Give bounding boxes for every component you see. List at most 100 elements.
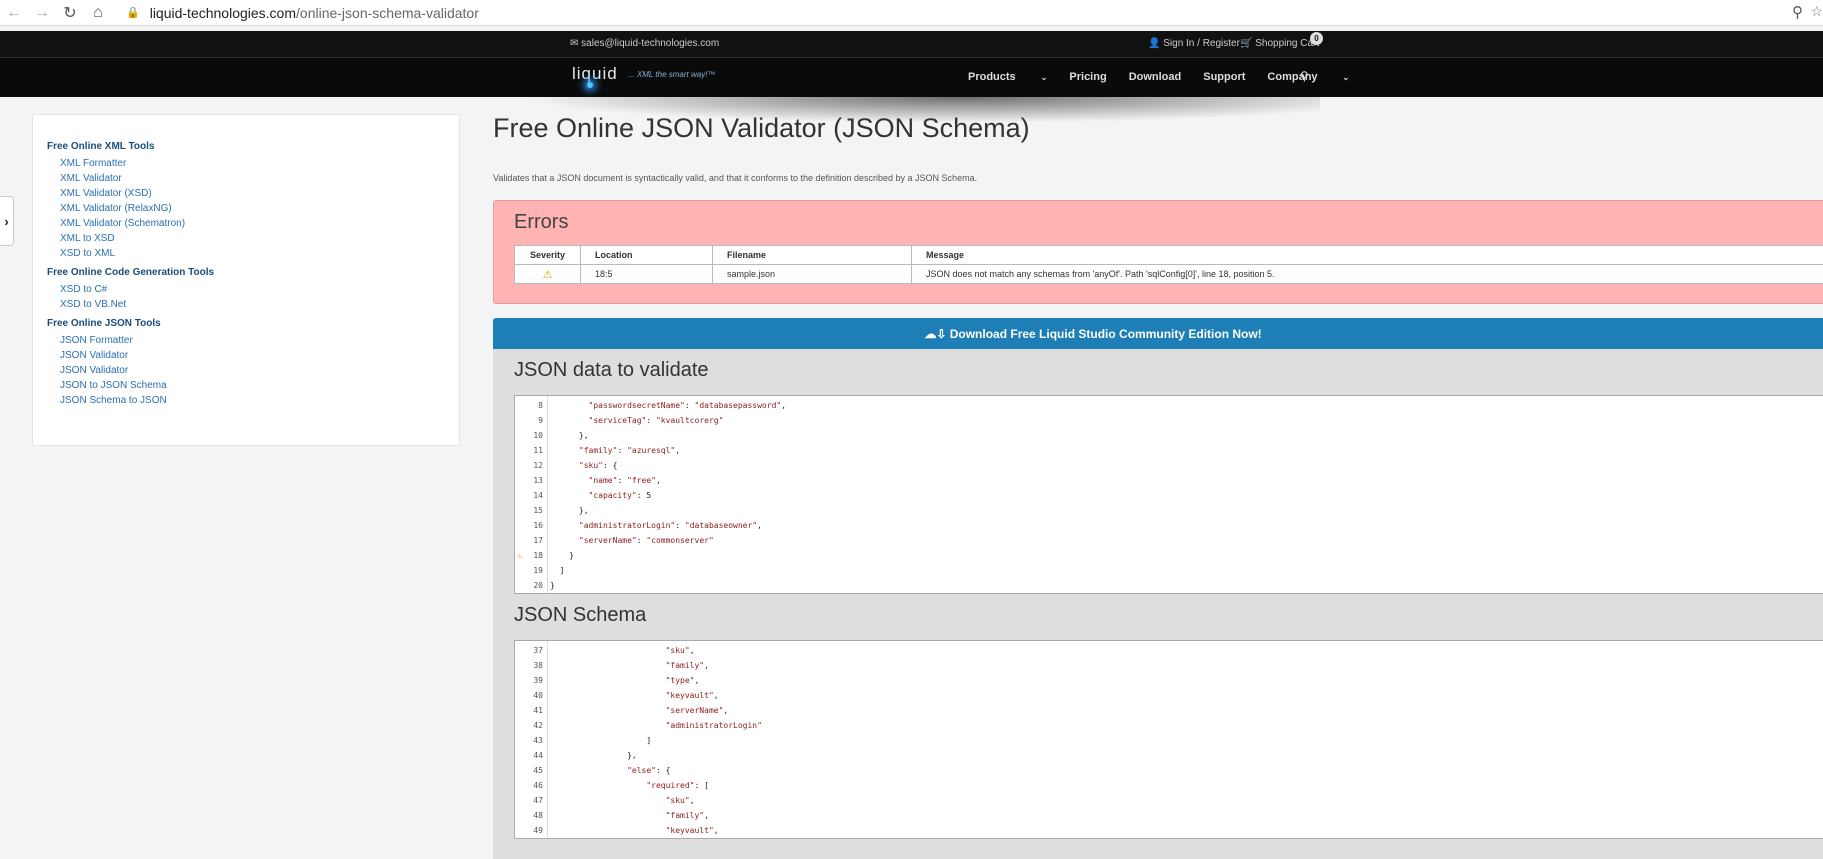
code-text: } xyxy=(550,578,555,593)
code-text: "sku", xyxy=(550,643,695,658)
nav-item-products[interactable]: Products⌄ xyxy=(968,71,1047,83)
sidebar-link-json-validator[interactable]: JSON Validator xyxy=(60,348,459,363)
sidebar-link-json-to-json-schema[interactable]: JSON to JSON Schema xyxy=(60,378,459,393)
code-text: "passwordsecretName": "databasepassword"… xyxy=(550,398,786,413)
line-number: 14 xyxy=(515,488,543,503)
nav-products-label: Products xyxy=(968,71,1016,83)
download-banner[interactable]: ☁⇩ Download Free Liquid Studio Community… xyxy=(493,318,1823,349)
chevron-down-icon: ⌄ xyxy=(1343,73,1350,82)
json-data-editor[interactable]: 8 "passwordsecretName": "databasepasswor… xyxy=(514,395,1823,594)
code-text: "required": [ xyxy=(550,778,709,793)
contact-email-text: sales@liquid-technologies.com xyxy=(581,38,719,49)
line-number: 37 xyxy=(515,643,543,658)
contact-email[interactable]: ✉ sales@liquid-technologies.com xyxy=(570,38,719,49)
json-schema-editor[interactable]: 37 "sku",38 "family",39 "type",40 "keyva… xyxy=(514,640,1823,839)
code-text: "else": { xyxy=(550,763,670,778)
errors-title: Errors xyxy=(514,211,568,234)
sidebar-link-json-schema-to-json[interactable]: JSON Schema to JSON xyxy=(60,393,459,408)
line-number: 11 xyxy=(515,443,543,458)
warning-icon: ⚠ xyxy=(543,269,553,281)
sidebar-link-xml-validator-relaxng[interactable]: XML Validator (RelaxNG) xyxy=(60,201,459,216)
reload-icon[interactable]: ↻ xyxy=(56,0,84,26)
line-number: 42 xyxy=(515,718,543,733)
code-text: "serverName": "commonserver" xyxy=(550,533,714,548)
sidebar-link-xsd-to-xml[interactable]: XSD to XML xyxy=(60,246,459,261)
sidebar-link-xml-validator-schematron[interactable]: XML Validator (Schematron) xyxy=(60,216,459,231)
line-number: 40 xyxy=(515,688,543,703)
search-icon[interactable]: ⚲ xyxy=(1300,69,1309,83)
bookmark-star-icon[interactable]: ☆ xyxy=(1810,3,1823,20)
filename-cell: sample.json xyxy=(713,265,912,284)
cart-count-badge: 0 xyxy=(1310,32,1323,45)
sidebar-link-xml-formatter[interactable]: XML Formatter xyxy=(60,156,459,171)
code-text: "administratorLogin": "databaseowner", xyxy=(550,518,762,533)
nav-item-support[interactable]: Support xyxy=(1203,71,1245,83)
nav-company-label: Company xyxy=(1267,71,1317,83)
code-text: ] xyxy=(550,563,564,578)
code-text: }, xyxy=(550,748,637,763)
line-number: 41 xyxy=(515,703,543,718)
sidebar-link-xml-validator-xsd[interactable]: XML Validator (XSD) xyxy=(60,186,459,201)
code-text: "family", xyxy=(550,658,709,673)
sidebar-link-xsd-to-vbnet[interactable]: XSD to VB.Net xyxy=(60,297,459,312)
line-number: 17 xyxy=(515,533,543,548)
sidebar-toggle-chevron-icon[interactable]: › xyxy=(0,196,14,246)
signin-link[interactable]: 👤 Sign In / Register xyxy=(1148,38,1240,49)
top-info-bar: ✉ sales@liquid-technologies.com 👤 Sign I… xyxy=(0,31,1823,57)
page-title: Free Online JSON Validator (JSON Schema) xyxy=(493,113,1030,144)
table-row[interactable]: ⚠ 18:5 sample.json JSON does not match a… xyxy=(515,265,1823,284)
nav-item-pricing[interactable]: Pricing xyxy=(1069,71,1106,83)
line-number: 18 xyxy=(515,548,543,563)
line-number: 43 xyxy=(515,733,543,748)
address-bar[interactable]: liquid-technologies.com/online-json-sche… xyxy=(150,5,479,21)
message-cell: JSON does not match any schemas from 'an… xyxy=(912,265,1823,284)
nav-item-download[interactable]: Download xyxy=(1129,71,1182,83)
col-header-filename: Filename xyxy=(713,246,912,265)
logo-text: liquid xyxy=(572,64,618,83)
zoom-icon[interactable]: ⚲ xyxy=(1792,3,1803,21)
line-number: 15 xyxy=(515,503,543,518)
download-banner-text: Download Free Liquid Studio Community Ed… xyxy=(950,327,1262,341)
line-number: 12 xyxy=(515,458,543,473)
sidebar-link-json-validator-2[interactable]: JSON Validator xyxy=(60,363,459,378)
tools-sidebar: Free Online XML Tools XML Formatter XML … xyxy=(32,114,460,446)
lock-icon: 🔒 xyxy=(126,6,140,19)
home-icon[interactable]: ⌂ xyxy=(84,0,112,26)
line-number: 13 xyxy=(515,473,543,488)
col-header-message: Message xyxy=(912,246,1823,265)
forward-icon[interactable]: → xyxy=(28,0,56,26)
line-number: 45 xyxy=(515,763,543,778)
url-domain: liquid-technologies.com xyxy=(150,5,296,21)
col-header-severity: Severity xyxy=(515,246,581,265)
errors-table: Severity Location Filename Message ⚠ 18:… xyxy=(514,245,1823,284)
sidebar-link-xsd-to-csharp[interactable]: XSD to C# xyxy=(60,282,459,297)
errors-table-header: Severity Location Filename Message xyxy=(515,246,1823,265)
sidebar-group-title: Free Online XML Tools xyxy=(47,141,459,152)
code-text: "family": "azuresql", xyxy=(550,443,680,458)
sidebar-group-title: Free Online JSON Tools xyxy=(47,318,459,329)
code-text: "keyvault", xyxy=(550,688,719,703)
sidebar-link-xml-to-xsd[interactable]: XML to XSD xyxy=(60,231,459,246)
sidebar-group-title: Free Online Code Generation Tools xyxy=(47,267,459,278)
logo-tagline: ... XML the smart way!™ xyxy=(628,70,715,79)
cloud-download-icon: ☁⇩ xyxy=(924,327,949,341)
main-navbar: liquid ... XML the smart way!™ Products⌄… xyxy=(0,57,1823,97)
severity-cell: ⚠ xyxy=(515,265,581,284)
location-cell: 18:5 xyxy=(581,265,713,284)
back-icon[interactable]: ← xyxy=(0,0,28,26)
validator-panel: JSON data to validate 8 "passwordsecretN… xyxy=(493,349,1823,859)
liquid-logo[interactable]: liquid ... XML the smart way!™ xyxy=(572,64,618,84)
shopping-cart-link[interactable]: 🛒 Shopping Cart xyxy=(1240,38,1319,49)
code-text: "administratorLogin" xyxy=(550,718,762,733)
code-text: "keyvault", xyxy=(550,823,719,838)
url-path: /online-json-schema-validator xyxy=(296,5,479,21)
sidebar-link-json-formatter[interactable]: JSON Formatter xyxy=(60,333,459,348)
sidebar-link-xml-validator[interactable]: XML Validator xyxy=(60,171,459,186)
logo-glow-icon xyxy=(587,82,593,88)
code-text: "type", xyxy=(550,673,699,688)
code-text: } xyxy=(550,548,574,563)
code-text: "serviceTag": "kvaultcorerg" xyxy=(550,413,723,428)
col-header-location: Location xyxy=(581,246,713,265)
code-text: "capacity": 5 xyxy=(550,488,651,503)
page-description: Validates that a JSON document is syntac… xyxy=(493,173,977,183)
